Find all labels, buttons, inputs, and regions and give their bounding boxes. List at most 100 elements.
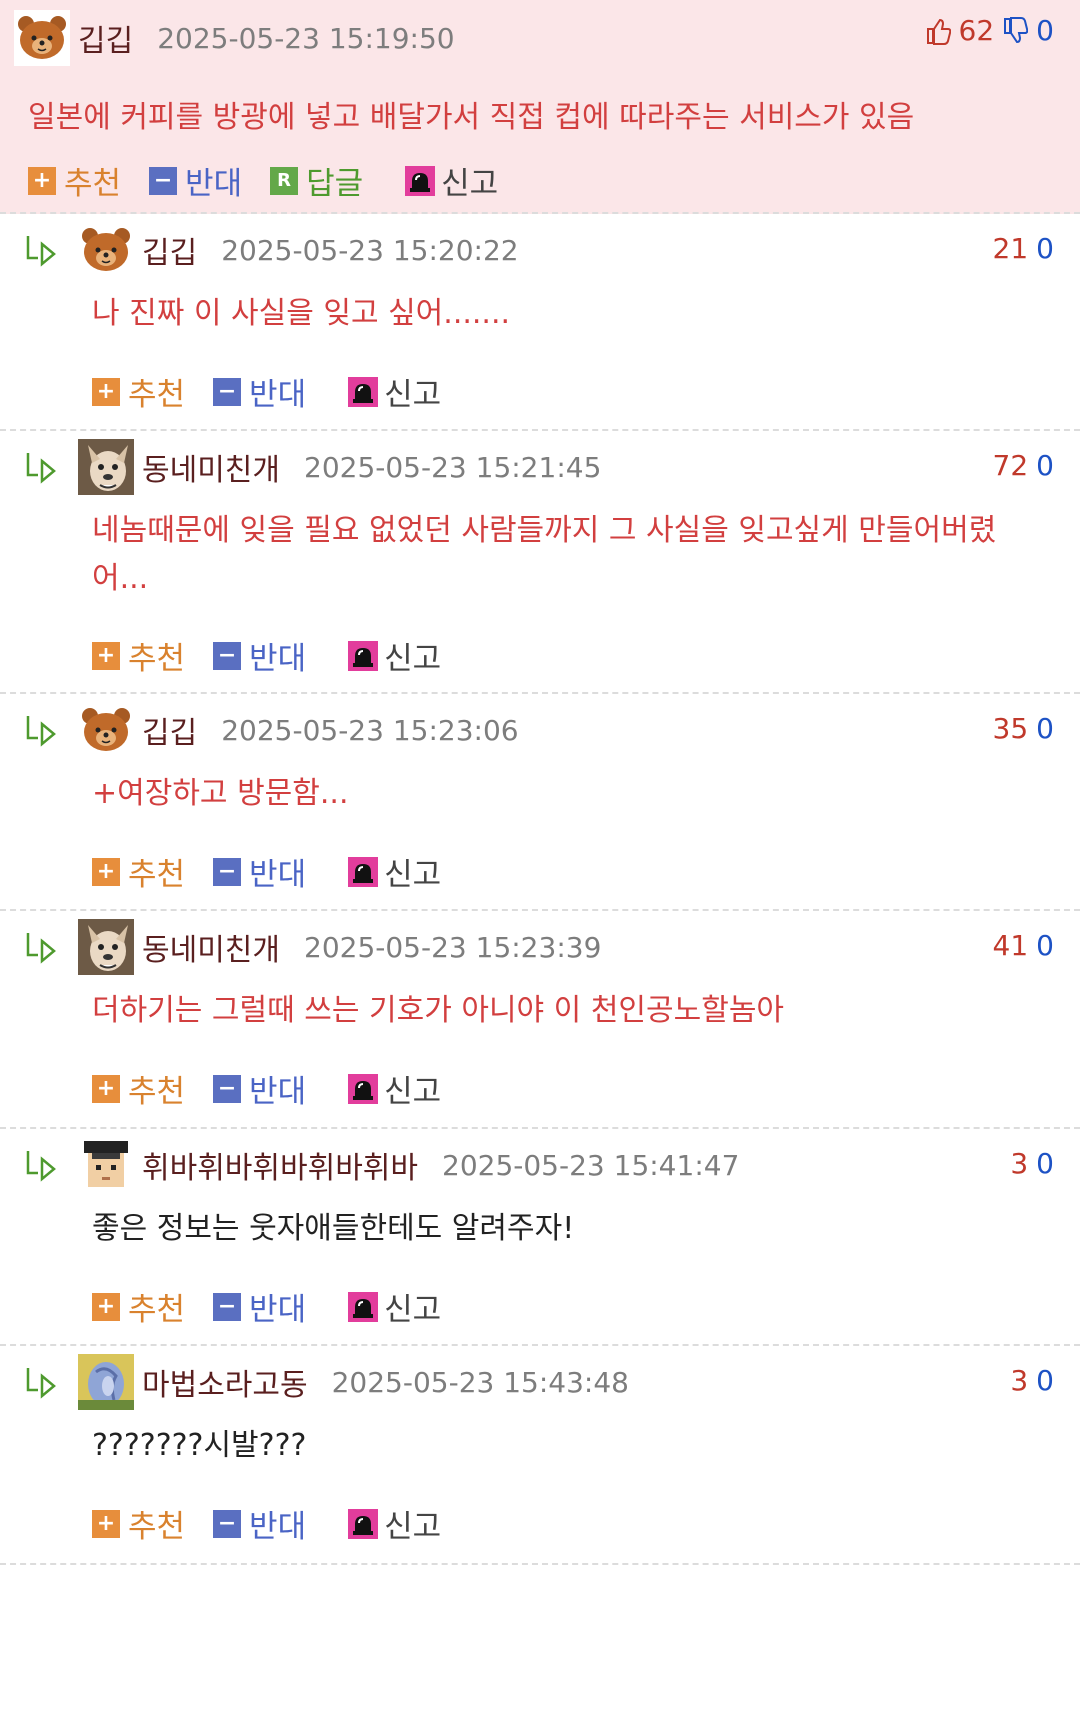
bear-avatar-icon <box>78 222 134 278</box>
oppose-button[interactable]: − 반대 <box>213 1501 306 1546</box>
oppose-button[interactable]: − 반대 <box>149 158 242 203</box>
reply-arrow-icon <box>26 716 56 747</box>
bear-avatar-icon <box>14 10 70 66</box>
up-count: 35 <box>992 712 1029 745</box>
siren-icon <box>348 1508 379 1539</box>
minus-icon: − <box>213 377 242 406</box>
recommend-button[interactable]: + 추천 <box>92 1066 185 1111</box>
comment-text: 더하기는 그럴때 쓰는 기호가 아니야 이 천인공노할놈아 <box>92 993 785 1028</box>
report-button[interactable]: 신고 <box>348 369 441 414</box>
report-button[interactable]: 신고 <box>348 633 441 678</box>
up-count: 21 <box>992 232 1029 265</box>
recommend-button[interactable]: + 추천 <box>92 849 185 894</box>
minus-icon: − <box>213 1292 242 1321</box>
plus-icon: + <box>92 641 120 670</box>
minus-icon: − <box>213 857 242 886</box>
recommend-button[interactable]: + 추천 <box>92 1501 185 1546</box>
up-count: 3 <box>1010 1147 1029 1180</box>
report-button[interactable]: 신고 <box>348 1501 441 1546</box>
oppose-button[interactable]: − 반대 <box>213 1066 306 1111</box>
oppose-button[interactable]: − 반대 <box>213 1284 306 1329</box>
vote-counts: 3 0 <box>1010 1364 1054 1397</box>
author-nick[interactable]: 휘바휘바휘바휘바휘바 <box>142 1143 418 1187</box>
author-nick[interactable]: 깁깁 <box>78 16 133 60</box>
siren-icon <box>348 856 379 887</box>
thumbs-up-icon <box>926 18 951 45</box>
reply-button[interactable]: R 답글 <box>270 158 363 203</box>
recommend-button[interactable]: + 추천 <box>28 158 121 203</box>
reply-arrow-icon <box>26 453 56 484</box>
siren-icon <box>348 376 379 407</box>
comment-text: ???????시발??? <box>92 1428 307 1463</box>
reply-list: 깁깁 2025-05-23 15:20:22 21 0 나 진짜 이 사실을 잊… <box>0 214 1080 1565</box>
vote-counts: 21 0 <box>993 232 1054 265</box>
down-count: 0 <box>1036 1147 1054 1180</box>
siren-icon <box>348 1073 379 1104</box>
plus-icon: + <box>28 166 56 195</box>
author-nick[interactable]: 동네미친개 <box>142 445 280 489</box>
reply-arrow-icon <box>26 1368 56 1399</box>
oppose-button[interactable]: − 반대 <box>213 633 306 678</box>
comment-actions: + 추천 − 반대 R 답글 신고 <box>28 158 526 203</box>
reply-comment: 동네미친개 2025-05-23 15:21:45 72 0 네놈때문에 잊을 … <box>0 431 1080 694</box>
up-count: 3 <box>1010 1364 1029 1397</box>
report-button[interactable]: 신고 <box>405 158 498 203</box>
oppose-button[interactable]: − 반대 <box>213 369 306 414</box>
comment-actions: + 추천 − 반대 신고 <box>92 1066 469 1111</box>
comment-actions: + 추천 − 반대 신고 <box>92 1284 469 1329</box>
comment-actions: + 추천 − 반대 신고 <box>92 369 469 414</box>
comment-actions: + 추천 − 반대 신고 <box>92 849 469 894</box>
author-nick[interactable]: 깁깁 <box>142 228 197 272</box>
up-count: 62 <box>958 14 995 47</box>
comment-actions: + 추천 − 반대 신고 <box>92 1501 469 1546</box>
comment-date: 2025-05-23 15:41:47 <box>442 1148 740 1182</box>
comment-date: 2025-05-23 15:21:45 <box>304 450 602 484</box>
oppose-button[interactable]: − 반대 <box>213 849 306 894</box>
comment-actions: + 추천 − 반대 신고 <box>92 633 469 678</box>
report-button[interactable]: 신고 <box>348 1066 441 1111</box>
up-count: 72 <box>992 449 1029 482</box>
report-button[interactable]: 신고 <box>348 1284 441 1329</box>
minus-icon: − <box>213 641 242 670</box>
siren-icon <box>348 640 379 671</box>
recommend-button[interactable]: + 추천 <box>92 369 185 414</box>
report-button[interactable]: 신고 <box>348 849 441 894</box>
down-count: 0 <box>1036 929 1054 962</box>
down-count: 0 <box>1036 232 1054 265</box>
minus-icon: − <box>213 1509 242 1538</box>
vote-counts: 72 0 <box>993 449 1054 482</box>
reply-arrow-icon <box>26 933 56 964</box>
comment-text: 좋은 정보는 웃자애들한테도 알려주자! <box>92 1211 575 1246</box>
up-count: 41 <box>992 929 1029 962</box>
reply-comment: 깁깁 2025-05-23 15:23:06 35 0 +여장하고 방문함...… <box>0 694 1080 911</box>
reply-comment: 휘바휘바휘바휘바휘바 2025-05-23 15:41:47 3 0 좋은 정보… <box>0 1129 1080 1346</box>
comment-text: 네놈때문에 잊을 필요 없었던 사람들까지 그 사실을 잊고싶게 만들어버렸 어… <box>92 513 997 596</box>
siren-icon <box>405 165 436 196</box>
author-nick[interactable]: 마법소라고동 <box>142 1360 308 1404</box>
bear-avatar-icon <box>78 702 134 758</box>
down-count: 0 <box>1036 14 1054 47</box>
minus-icon: − <box>213 1074 242 1103</box>
recommend-button[interactable]: + 추천 <box>92 1284 185 1329</box>
recommend-button[interactable]: + 추천 <box>92 633 185 678</box>
main-comment: 깁깁 2025-05-23 15:19:50 62 0 일본에 커피를 방광에 … <box>0 0 1080 214</box>
comment-text: 나 진짜 이 사실을 잊고 싶어....... <box>92 296 511 331</box>
author-nick[interactable]: 동네미친개 <box>142 925 280 969</box>
plus-icon: + <box>92 857 120 886</box>
comment-text: 일본에 커피를 방광에 넣고 배달가서 직접 컵에 따라주는 서비스가 있음 <box>28 100 915 135</box>
dog-avatar-icon <box>78 439 134 495</box>
vote-counts: 41 0 <box>993 929 1054 962</box>
comment-date: 2025-05-23 15:23:39 <box>304 930 602 964</box>
plus-icon: + <box>92 1509 120 1538</box>
pixel-face-avatar-icon <box>78 1137 134 1193</box>
conch-avatar-icon <box>78 1354 134 1410</box>
reply-comment: 깁깁 2025-05-23 15:20:22 21 0 나 진짜 이 사실을 잊… <box>0 214 1080 431</box>
comment-date: 2025-05-23 15:19:50 <box>157 21 455 55</box>
minus-icon: − <box>149 166 178 195</box>
author-nick[interactable]: 깁깁 <box>142 708 197 752</box>
comment-date: 2025-05-23 15:43:48 <box>331 1365 629 1399</box>
down-count: 0 <box>1036 712 1054 745</box>
down-count: 0 <box>1036 1364 1054 1397</box>
reply-comment: 마법소라고동 2025-05-23 15:43:48 3 0 ???????시발… <box>0 1346 1080 1565</box>
reply-arrow-icon <box>26 1151 56 1182</box>
